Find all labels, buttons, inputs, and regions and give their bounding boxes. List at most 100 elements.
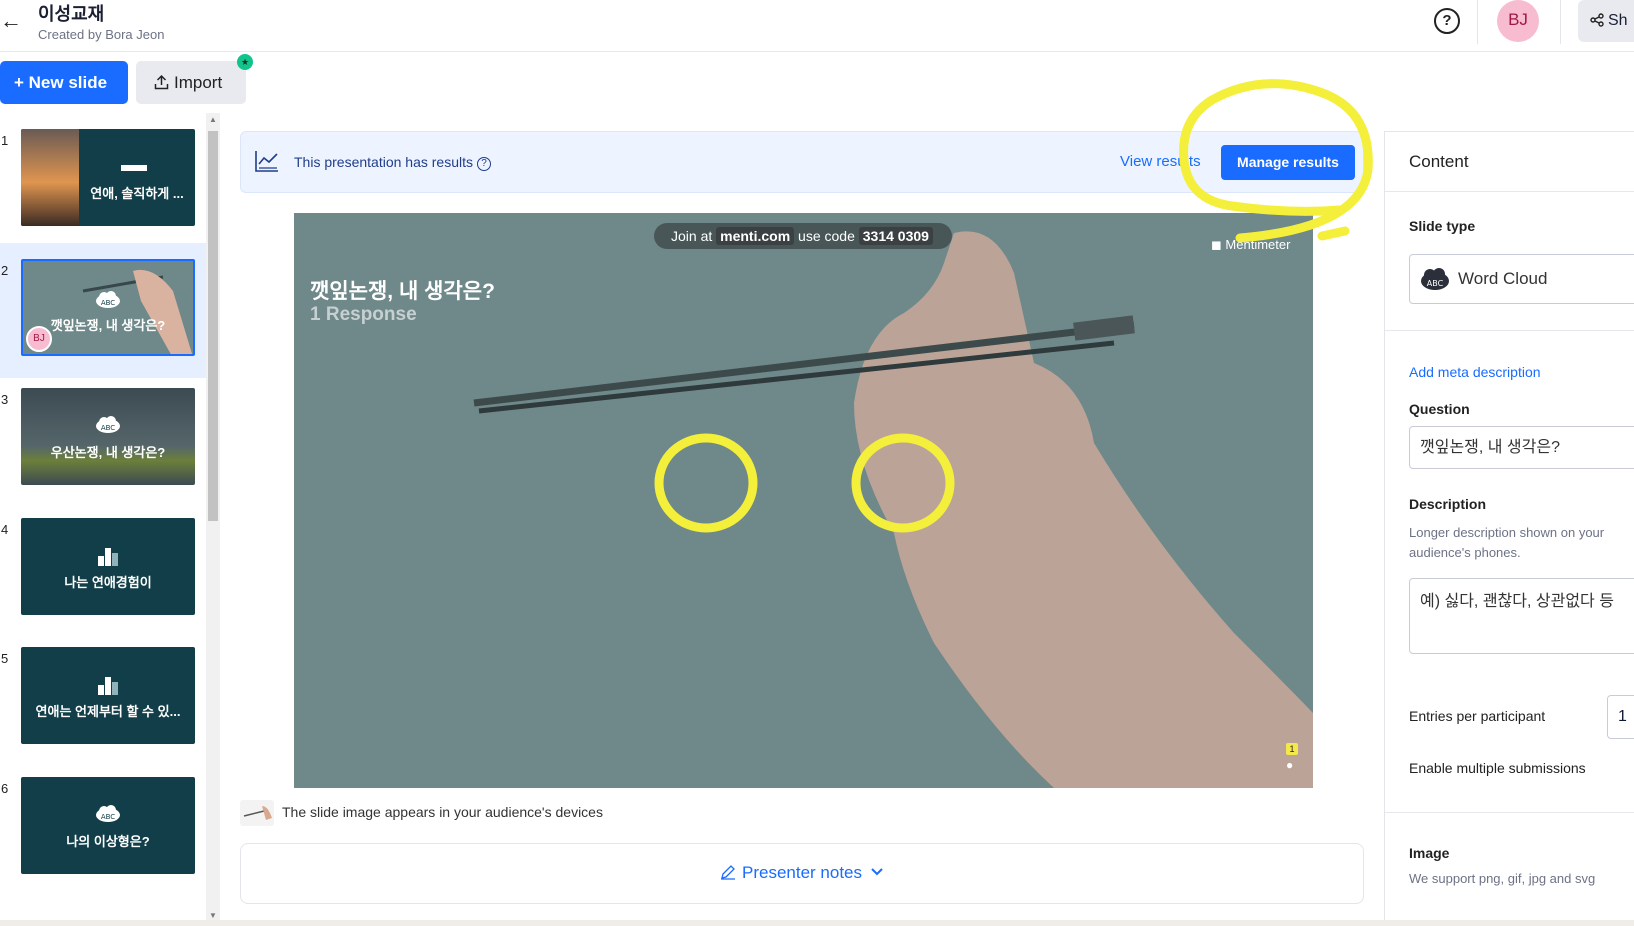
content-tab-heading[interactable]: Content — [1409, 152, 1469, 172]
slide-list: 1 연애, 솔직하게 ... 2 ABC 깻잎논쟁, 내 생각은? BJ 3 A… — [0, 113, 220, 926]
mentimeter-brand: Mentimeter — [1225, 237, 1291, 252]
mentimeter-logo: ◼ Mentimeter — [1211, 237, 1290, 253]
question-label: Question — [1409, 401, 1470, 417]
slide-list-item[interactable]: 1 연애, 솔직하게 ... — [0, 113, 206, 248]
slide-number: 5 — [1, 651, 9, 666]
mentimeter-logo-icon: ◼ — [1211, 237, 1222, 252]
image-hint: We support png, gif, jpg and svg — [1409, 871, 1596, 886]
line-chart-icon — [255, 151, 278, 172]
page: { "header": { "back_glyph": "←", "title"… — [0, 0, 1634, 926]
participant-count-badge: 1 — [1286, 743, 1298, 755]
slide-thumbnail[interactable]: 연애, 솔직하게 ... — [21, 129, 195, 226]
response-count-label: 1 Response — [310, 304, 417, 325]
panel-divider — [1385, 191, 1634, 192]
slide-list-item-active[interactable]: 2 ABC 깻잎논쟁, 내 생각은? BJ — [0, 243, 206, 378]
slide-thumbnail[interactable]: ABC 나의 이상형은? — [21, 777, 195, 874]
slide-list-scrollbar[interactable]: ▲ ▼ — [206, 113, 220, 926]
new-feature-star-icon: ★ — [237, 54, 253, 70]
presenter-notes-label: Presenter notes — [741, 863, 862, 882]
slide-thumb-title: 연애, 솔직하게 ... — [90, 186, 184, 201]
slide-list-item[interactable]: 3 ABC 우산논쟁, 내 생각은? — [0, 372, 206, 507]
import-label: Import — [174, 73, 223, 92]
slide-number: 3 — [1, 392, 9, 407]
slide-question-title: 깻잎논쟁, 내 생각은? — [310, 280, 495, 303]
slide-list-item[interactable]: 4 나는 연애경험이 — [0, 502, 206, 637]
description-hint: Longer description shown on your audienc… — [1409, 525, 1605, 560]
presenter-notes-label-row: Presenter notes — [241, 863, 1363, 883]
slide-thumbnail[interactable]: 연애는 언제부터 할 수 있... — [21, 647, 195, 744]
share-label: Sh — [1608, 12, 1628, 29]
image-label: Image — [1409, 845, 1450, 861]
results-banner: This presentation has results? View resu… — [240, 131, 1364, 193]
creator-label: Created by Bora Jeon — [38, 27, 165, 42]
presenter-notes-toggle[interactable]: Presenter notes — [240, 843, 1364, 904]
presentation-title[interactable]: 이성교재 — [38, 0, 104, 26]
word-cloud-icon: ABC — [95, 291, 121, 314]
slide-thumb-title: 우산논쟁, 내 생각은? — [50, 445, 166, 460]
word-cloud-icon: ABC — [95, 416, 121, 439]
word-cloud-icon: ABC — [1421, 268, 1449, 290]
slide-thumb-title: 나는 연애경험이 — [64, 575, 152, 590]
slide-number: 1 — [1, 133, 9, 148]
slide-preview[interactable]: Join at menti.com use code 3314 0309 ◼ M… — [294, 213, 1313, 788]
bar-chart-icon — [96, 546, 120, 571]
slide-number: 4 — [1, 522, 9, 537]
bottom-strip — [0, 920, 1634, 926]
manage-results-button[interactable]: Manage results — [1221, 145, 1355, 180]
slide-type-label: Slide type — [1409, 218, 1476, 234]
person-icon: ● — [1286, 758, 1294, 772]
join-url: menti.com — [716, 227, 795, 245]
text-icon — [121, 165, 147, 171]
user-avatar[interactable]: BJ — [1497, 0, 1539, 42]
slide-thumbnail[interactable]: ABC 우산논쟁, 내 생각은? — [21, 388, 195, 485]
svg-text:ABC: ABC — [101, 424, 115, 432]
description-textarea[interactable]: 예) 싫다, 괜찮다, 상관없다 등 — [1409, 578, 1634, 654]
couple-photo — [21, 129, 79, 226]
add-meta-description-link[interactable]: Add meta description — [1409, 364, 1541, 380]
slide-thumbnail[interactable]: 나는 연애경험이 — [21, 518, 195, 615]
slide-list-item[interactable]: 6 ABC 나의 이상형은? — [0, 761, 206, 896]
entries-per-participant-label: Entries per participant — [1409, 708, 1546, 724]
results-banner-label: This presentation has results — [294, 154, 473, 170]
description-label: Description — [1409, 496, 1487, 512]
results-banner-text: This presentation has results? — [294, 154, 491, 171]
join-code: 3314 0309 — [858, 227, 933, 245]
pencil-icon — [720, 865, 735, 880]
slide-number: 6 — [1, 781, 9, 796]
scroll-thumb[interactable] — [208, 131, 218, 521]
enable-multiple-submissions-label[interactable]: Enable multiple submissions — [1409, 760, 1586, 776]
code-prefix: use code — [798, 228, 855, 244]
entries-per-participant-input[interactable]: 1 — [1607, 695, 1634, 739]
header-divider — [1560, 0, 1561, 44]
slide-type-select[interactable]: ABC Word Cloud — [1409, 254, 1634, 304]
slide-image-thumbnail[interactable] — [240, 800, 274, 826]
svg-text:ABC: ABC — [101, 813, 115, 821]
share-button[interactable]: Sh — [1578, 0, 1634, 42]
help-icon[interactable]: ? — [1434, 8, 1460, 34]
view-results-link[interactable]: View results — [1120, 153, 1201, 170]
panel-divider — [1385, 812, 1634, 813]
svg-text:ABC: ABC — [1427, 279, 1444, 288]
scroll-up-arrow-icon[interactable]: ▲ — [208, 115, 218, 127]
slide-list-item[interactable]: 5 연애는 언제부터 할 수 있... — [0, 631, 206, 766]
slide-image-note-text: The slide image appears in your audience… — [282, 804, 603, 820]
results-help-icon[interactable]: ? — [476, 157, 491, 171]
svg-text:ABC: ABC — [101, 299, 115, 307]
new-slide-button[interactable]: + New slide — [0, 61, 128, 104]
share-icon — [1590, 13, 1604, 27]
annotation-tail — [1317, 226, 1350, 241]
question-input[interactable]: 깻잎논쟁, 내 생각은? — [1409, 426, 1634, 469]
slide-number: 2 — [1, 263, 9, 278]
chevron-down-icon — [871, 868, 883, 876]
slide-settings-panel: Content Slide type ABC Word Cloud Add me… — [1384, 131, 1634, 926]
upload-icon — [154, 74, 169, 90]
author-badge: BJ — [26, 326, 52, 352]
import-button[interactable]: Import — [136, 61, 246, 104]
top-header: ← 이성교재 Created by Bora Jeon ? BJ Sh — [0, 0, 1634, 52]
back-arrow-icon[interactable]: ← — [0, 6, 26, 36]
join-instructions: Join at menti.com use code 3314 0309 — [654, 223, 952, 249]
slide-thumb-title: 나의 이상형은? — [66, 834, 150, 849]
word-cloud-icon: ABC — [95, 805, 121, 828]
bar-chart-icon — [96, 675, 120, 700]
panel-divider — [1385, 330, 1634, 331]
